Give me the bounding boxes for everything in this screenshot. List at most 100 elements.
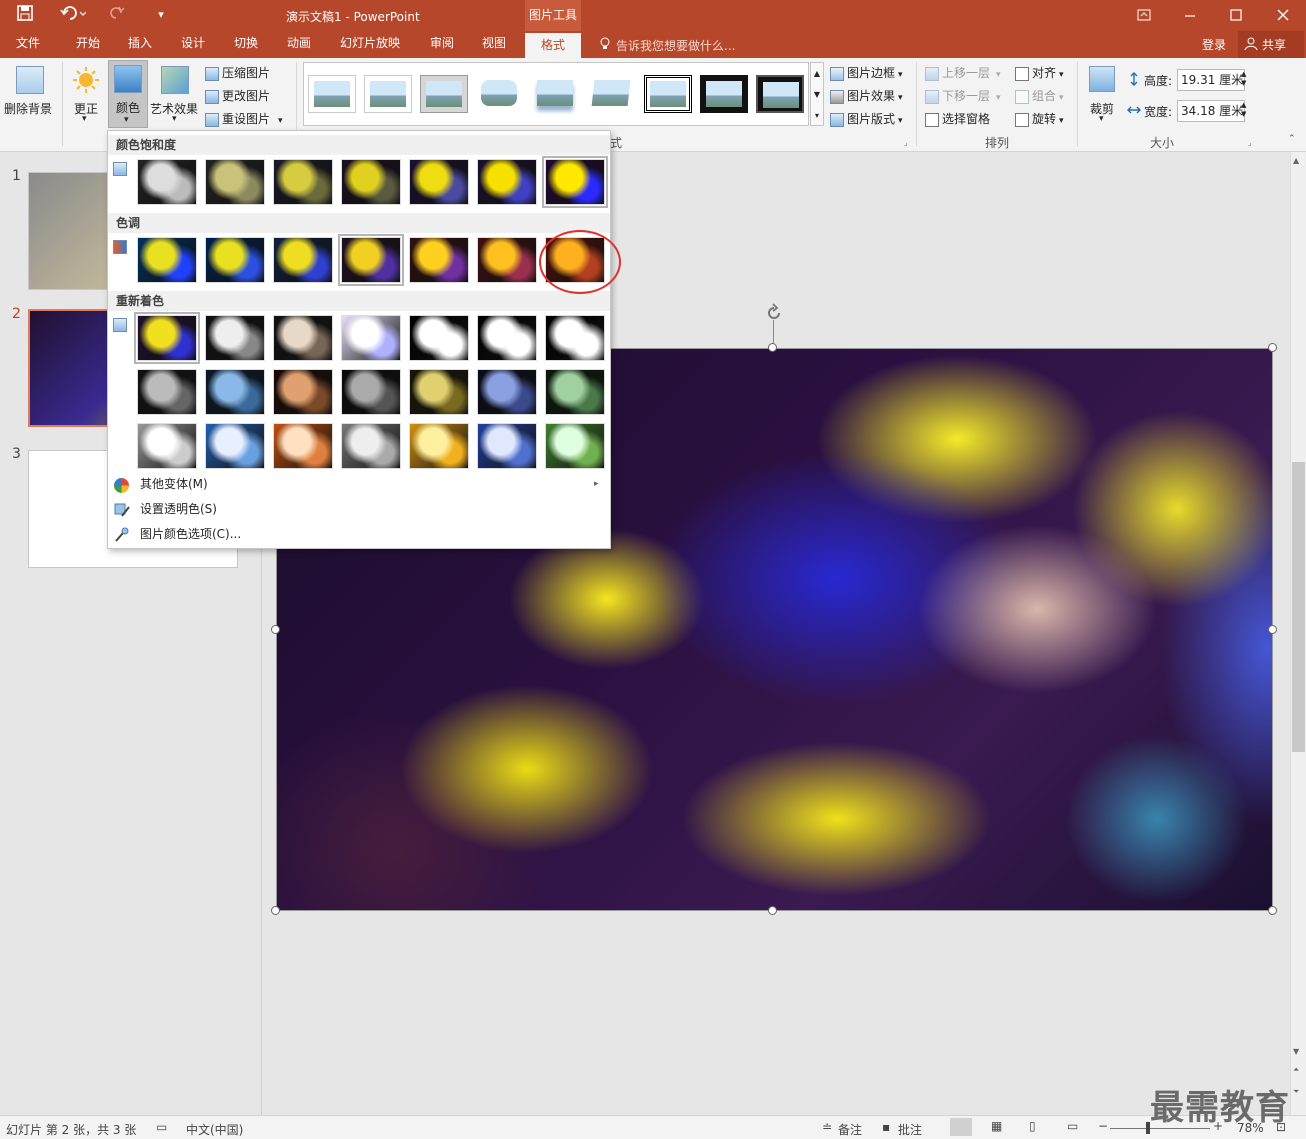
saturation-swatch[interactable] — [477, 159, 537, 205]
more-variations-item[interactable]: 其他变体(M) ▸ — [108, 472, 610, 497]
recolor-swatch[interactable] — [545, 315, 605, 361]
remove-background-button[interactable]: 删除背景 — [2, 62, 58, 122]
picture-style-7[interactable] — [644, 75, 692, 113]
picture-style-5[interactable] — [532, 75, 580, 113]
dialog-launcher-icon[interactable]: ⌟ — [904, 138, 908, 147]
recolor-swatch[interactable] — [205, 315, 265, 361]
recolor-swatch[interactable] — [477, 369, 537, 415]
tab-insert[interactable]: 插入 — [118, 31, 162, 58]
notes-button[interactable]: 备注 — [838, 1121, 862, 1138]
resize-handle[interactable] — [1268, 343, 1277, 352]
tab-review[interactable]: 审阅 — [420, 31, 464, 58]
recolor-swatch[interactable] — [545, 369, 605, 415]
recolor-swatch[interactable] — [205, 423, 265, 469]
recolor-swatch[interactable] — [137, 423, 197, 469]
undo-icon[interactable] — [58, 5, 88, 25]
picture-border-button[interactable]: 图片边框 ▾ — [830, 64, 903, 81]
compress-pictures-button[interactable]: 压缩图片 — [205, 64, 270, 81]
tab-slideshow[interactable]: 幻灯片放映 — [333, 31, 407, 58]
saturation-swatch[interactable] — [409, 159, 469, 205]
resize-handle[interactable] — [271, 625, 280, 634]
dialog-launcher-icon[interactable]: ⌟ — [1248, 138, 1252, 147]
picture-style-9[interactable] — [756, 75, 804, 113]
tone-swatch[interactable] — [477, 237, 537, 283]
tab-home[interactable]: 开始 — [66, 31, 110, 58]
width-spinner[interactable]: ▲ ▼ — [1241, 101, 1246, 119]
recolor-swatch[interactable] — [273, 369, 333, 415]
recolor-swatch[interactable] — [477, 423, 537, 469]
picture-color-options-item[interactable]: 图片颜色选项(C)... — [108, 522, 610, 547]
share-button[interactable]: 共享 — [1238, 31, 1304, 58]
comments-icon[interactable]: ▪ — [882, 1120, 890, 1134]
tone-swatch[interactable] — [137, 237, 197, 283]
scroll-down-icon[interactable]: ▼ — [1293, 1047, 1299, 1056]
close-icon[interactable] — [1275, 7, 1291, 23]
maximize-icon[interactable] — [1228, 7, 1244, 23]
spell-check-icon[interactable]: ▭ — [156, 1120, 167, 1134]
resize-handle[interactable] — [1268, 906, 1277, 915]
previous-slide-icon[interactable]: ⏶ — [1293, 1065, 1299, 1075]
color-button[interactable]: 颜色 ▾ — [108, 60, 148, 128]
ribbon-display-icon[interactable] — [1136, 7, 1152, 23]
saturation-swatch[interactable] — [542, 156, 608, 208]
recolor-swatch[interactable] — [137, 369, 197, 415]
change-picture-button[interactable]: 更改图片 — [205, 87, 270, 104]
recolor-swatch[interactable] — [273, 315, 333, 361]
recolor-swatch[interactable] — [477, 315, 537, 361]
minimize-icon[interactable] — [1182, 7, 1198, 23]
normal-view-icon[interactable] — [950, 1118, 972, 1136]
picture-style-2[interactable] — [364, 75, 412, 113]
tab-format[interactable]: 格式 — [525, 33, 581, 58]
scroll-thumb[interactable] — [1292, 462, 1305, 752]
group-button[interactable]: 组合 ▾ — [1015, 87, 1064, 104]
recolor-swatch[interactable] — [341, 423, 401, 469]
crop-button[interactable]: 裁剪 ▾ — [1084, 62, 1122, 128]
resize-handle[interactable] — [271, 906, 280, 915]
recolor-swatch[interactable] — [545, 423, 605, 469]
rotate-handle-icon[interactable] — [764, 303, 784, 323]
reset-picture-button[interactable]: 重设图片 ▾ — [205, 110, 283, 127]
saturation-swatch[interactable] — [341, 159, 401, 205]
language-indicator[interactable]: 中文(中国) — [186, 1121, 243, 1138]
recolor-swatch[interactable] — [341, 369, 401, 415]
width-input[interactable]: 34.18 厘米 — [1177, 100, 1245, 122]
zoom-out-icon[interactable]: − — [1098, 1119, 1108, 1133]
picture-style-4[interactable] — [476, 75, 524, 113]
saturation-swatch[interactable] — [273, 159, 333, 205]
collapse-ribbon-icon[interactable]: ⌃ — [1288, 134, 1296, 144]
tab-design[interactable]: 设计 — [171, 31, 215, 58]
recolor-swatch[interactable] — [409, 369, 469, 415]
recolor-swatch[interactable] — [409, 315, 469, 361]
corrections-button[interactable]: 更正 ▾ — [66, 62, 106, 126]
tab-file[interactable]: 文件 — [6, 31, 50, 58]
picture-style-6[interactable] — [588, 75, 636, 113]
tone-swatch[interactable] — [409, 237, 469, 283]
redo-icon[interactable] — [106, 5, 128, 25]
saturation-swatch[interactable] — [205, 159, 265, 205]
save-icon[interactable] — [14, 5, 36, 25]
recolor-swatch[interactable] — [273, 423, 333, 469]
resize-handle[interactable] — [768, 906, 777, 915]
tab-transitions[interactable]: 切换 — [224, 31, 268, 58]
saturation-swatch[interactable] — [137, 159, 197, 205]
selection-pane-button[interactable]: 选择窗格 — [925, 110, 990, 127]
tab-animations[interactable]: 动画 — [277, 31, 321, 58]
sign-in-link[interactable]: 登录 — [1202, 36, 1226, 53]
tab-view[interactable]: 视图 — [472, 31, 516, 58]
resize-handle[interactable] — [1268, 625, 1277, 634]
rotate-button[interactable]: 旋转 ▾ — [1015, 110, 1064, 127]
next-slide-icon[interactable]: ⏷ — [1293, 1087, 1299, 1097]
set-transparent-color-item[interactable]: 设置透明色(S) — [108, 497, 610, 522]
customize-qat-icon[interactable]: ▾ — [150, 5, 172, 25]
scroll-up-icon[interactable]: ▲ — [1293, 156, 1299, 165]
recolor-swatch[interactable] — [409, 423, 469, 469]
artistic-effects-button[interactable]: 艺术效果 ▾ — [150, 62, 202, 126]
picture-effects-button[interactable]: 图片效果 ▾ — [830, 87, 903, 104]
reading-view-icon[interactable]: ▯ — [1029, 1119, 1036, 1133]
tell-me-search[interactable]: 告诉我您想要做什么... — [616, 37, 735, 54]
slide-sorter-icon[interactable]: ▦ — [991, 1119, 1002, 1133]
notes-icon[interactable]: ≐ — [822, 1120, 832, 1134]
recolor-swatch[interactable] — [134, 312, 200, 364]
height-spinner[interactable]: ▲ ▼ — [1241, 70, 1246, 88]
picture-style-3[interactable] — [420, 75, 468, 113]
